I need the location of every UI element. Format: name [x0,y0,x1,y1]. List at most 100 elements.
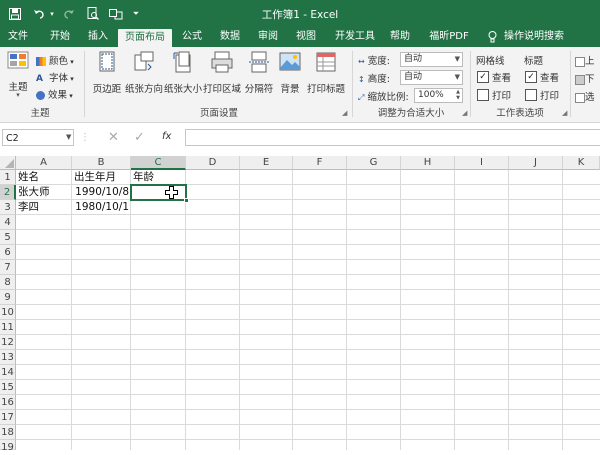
scale-spinner[interactable]: 100% ▲ ▼ [414,88,463,103]
themes-button[interactable]: 主题 ▾ [4,51,32,99]
column-header-d[interactable]: D [186,156,240,170]
themes-dropdown-icon: ▾ [16,91,20,99]
colors-button[interactable]: 颜色 ▾ [36,53,74,67]
selection-pane-icon [575,92,585,103]
fill-handle[interactable] [184,198,189,203]
bring-forward-button[interactable]: 上 [575,53,595,67]
row-header-11[interactable]: 11 [0,320,16,335]
tab-home[interactable]: 开始 [46,27,74,47]
row-header-3[interactable]: 3 [0,200,16,215]
gridlines-view-checkbox[interactable]: ✓ [477,71,489,83]
spinner-arrows-icon[interactable]: ▲ ▼ [456,89,460,101]
insert-function-icon[interactable]: fx [162,131,171,142]
cell-a2[interactable]: 张大师 [16,185,72,200]
tell-me-search[interactable]: 操作说明搜索 [502,27,566,47]
effects-button[interactable]: 效果 ▾ [36,87,73,101]
width-dropdown[interactable]: 自动 ▼ [400,52,463,67]
worksheet-grid[interactable]: A B C D E F G H I J K 1 2 3 4 5 6 7 8 9 … [0,156,600,453]
tab-foxit-pdf[interactable]: 福昕PDF [424,27,474,47]
drag-handle-icon[interactable]: ⋮ [80,132,90,143]
row-header-9[interactable]: 9 [0,290,16,305]
headings-view-checkbox[interactable]: ✓ [525,71,537,83]
tab-page-layout[interactable]: 页面布局 [118,29,172,49]
column-header-f[interactable]: F [293,156,347,170]
orientation-button[interactable]: 纸张方向 [124,51,164,97]
cell-c1[interactable]: 年龄 [131,170,186,185]
row-header-12[interactable]: 12 [0,335,16,350]
width-icon: ↔ [358,57,365,66]
tab-review[interactable]: 审阅 [254,27,282,47]
print-titles-button[interactable]: 打印标题 [304,51,348,97]
cell-a1[interactable]: 姓名 [16,170,72,185]
row-header-14[interactable]: 14 [0,365,16,380]
tab-developer[interactable]: 开发工具 [330,27,380,47]
background-button[interactable]: 背景 [276,51,304,97]
name-box-dropdown-icon[interactable]: ▼ [66,133,71,141]
row-header-2[interactable]: 2 [0,185,16,200]
gridlines-print-checkbox[interactable] [477,89,489,101]
column-header-g[interactable]: G [347,156,401,170]
row-header-16[interactable]: 16 [0,395,16,410]
row-header-10[interactable]: 10 [0,305,16,320]
send-backward-button[interactable]: 下 [575,71,595,85]
fonts-button[interactable]: A 字体 ▾ [36,70,74,84]
tab-file[interactable]: 文件 [4,27,32,47]
column-header-c[interactable]: C [131,156,186,170]
tab-data[interactable]: 数据 [216,27,244,47]
cell-a3[interactable]: 李四 [16,200,72,215]
customize-toolbar-icon[interactable]: ⏷ [131,5,141,22]
height-dropdown[interactable]: 自动 ▼ [400,70,463,85]
gridlines-print-label: 打印 [492,91,512,102]
row-header-7[interactable]: 7 [0,260,16,275]
column-header-j[interactable]: J [509,156,563,170]
title-bar: ▾ ⏷ 工作簿1 - Excel [0,0,600,27]
print-preview-icon[interactable] [84,5,102,22]
cell-b1[interactable]: 出生年月 [72,170,131,185]
redo-icon[interactable] [60,5,78,22]
column-header-a[interactable]: A [16,156,72,170]
tab-view[interactable]: 视图 [292,27,320,47]
tab-insert[interactable]: 插入 [84,27,112,47]
column-header-h[interactable]: H [401,156,455,170]
row-header-13[interactable]: 13 [0,350,16,365]
row-header-18[interactable]: 18 [0,425,16,440]
undo-icon[interactable] [30,5,48,22]
formula-input[interactable] [185,129,600,146]
lightbulb-icon [486,27,498,47]
size-button[interactable]: 纸张大小 [164,51,202,97]
select-all-button[interactable] [0,156,16,170]
sheet-options-launcher-icon[interactable]: ◢ [562,109,567,117]
undo-dropdown-icon[interactable]: ▾ [48,5,56,22]
cancel-icon[interactable]: ✕ [108,130,119,145]
column-header-i[interactable]: I [455,156,509,170]
row-header-17[interactable]: 17 [0,410,16,425]
active-cell-c2[interactable] [130,184,187,201]
row-header-19[interactable]: 19 [0,440,16,453]
row-header-6[interactable]: 6 [0,245,16,260]
row-header-1[interactable]: 1 [0,170,16,185]
enter-icon[interactable]: ✓ [134,130,145,145]
selection-pane-button[interactable]: 选 [575,89,595,103]
column-header-b[interactable]: B [72,156,131,170]
tab-help[interactable]: 帮助 [386,27,414,47]
scale-launcher-icon[interactable]: ◢ [462,109,467,117]
save-icon[interactable] [6,5,24,22]
cell-b2[interactable]: 1990/10/8 [72,185,131,200]
row-header-8[interactable]: 8 [0,275,16,290]
row-header-15[interactable]: 15 [0,380,16,395]
cell-b3[interactable]: 1980/10/1 [72,200,131,215]
tab-formulas[interactable]: 公式 [178,27,206,47]
margins-icon [99,51,115,72]
column-header-k[interactable]: K [563,156,600,170]
breaks-button[interactable]: 分隔符 [242,51,276,97]
name-box[interactable]: C2 [2,129,74,146]
row-header-4[interactable]: 4 [0,215,16,230]
row-header-5[interactable]: 5 [0,230,16,245]
touch-mode-icon[interactable] [106,5,126,22]
page-setup-launcher-icon[interactable]: ◢ [342,109,347,117]
print-area-button[interactable]: 打印区域 [202,51,242,97]
headings-heading: 标题 [524,56,544,67]
margins-button[interactable]: 页边距 [90,51,124,97]
column-header-e[interactable]: E [240,156,293,170]
headings-print-checkbox[interactable] [525,89,537,101]
